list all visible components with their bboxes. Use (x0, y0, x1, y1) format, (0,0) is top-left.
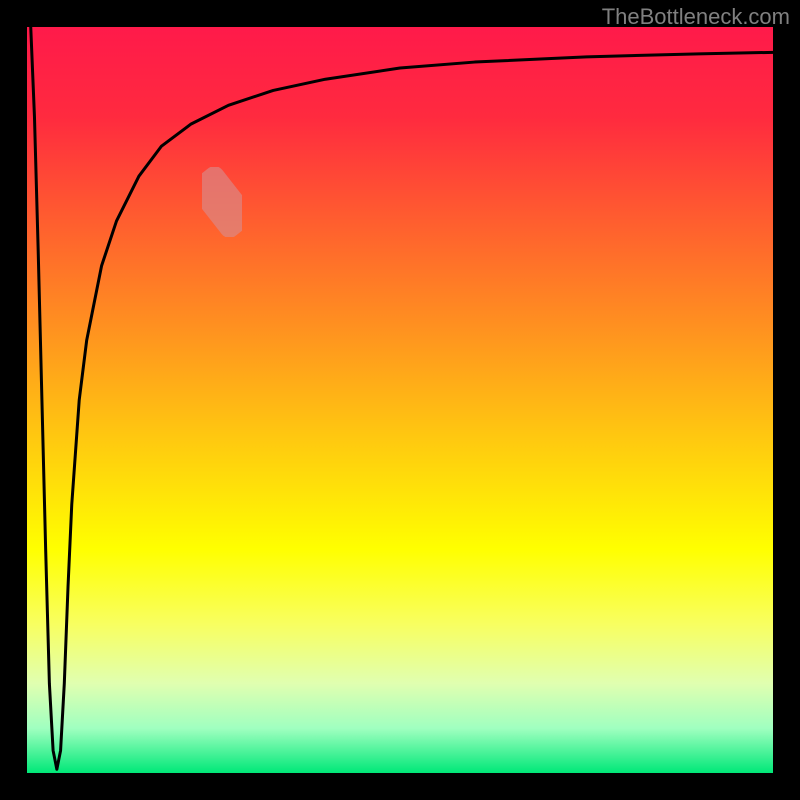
bottleneck-curve (27, 27, 773, 773)
plot-frame (27, 27, 773, 773)
attribution-label: TheBottleneck.com (602, 4, 790, 30)
